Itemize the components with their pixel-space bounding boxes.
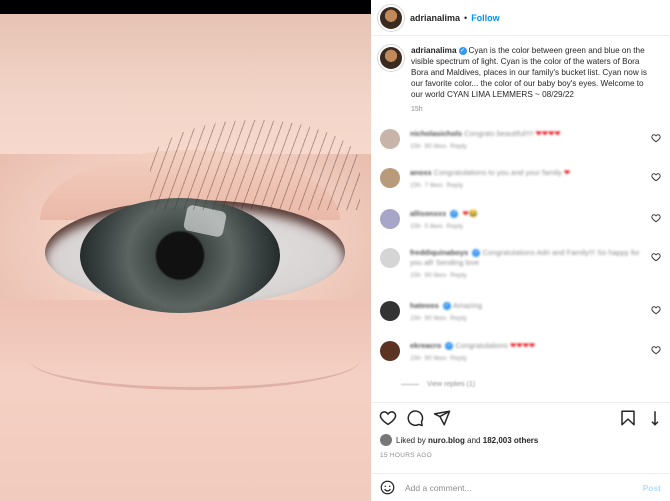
- comment-username[interactable]: hateoos: [410, 301, 439, 310]
- comment-item: allisonxxx ✓ ❤😂 15h 5 likes Reply: [380, 209, 665, 230]
- comment-likes[interactable]: 5 likes: [424, 223, 442, 230]
- comment-likes[interactable]: 90 likes: [424, 272, 446, 279]
- view-replies-button[interactable]: View replies (1): [401, 381, 475, 388]
- comment-likes[interactable]: 90 likes: [424, 315, 446, 322]
- comment-username[interactable]: nicholasichols: [410, 129, 462, 138]
- action-bar: [371, 402, 670, 430]
- caption-username[interactable]: adrianalima: [411, 46, 457, 55]
- liked-by-prefix: Liked by: [396, 435, 426, 445]
- verified-icon: ✓: [442, 302, 451, 311]
- reply-button[interactable]: Reply: [450, 143, 467, 150]
- emoji-smiley-icon[interactable]: [380, 480, 395, 495]
- heart-outline-icon[interactable]: [651, 305, 661, 315]
- comment-item: freddiquinaboys ✓ Congratulations Adri an…: [380, 248, 665, 279]
- verified-icon: ✓: [450, 210, 459, 219]
- comment-time: 15h: [410, 182, 421, 189]
- liked-by-and: and: [467, 435, 481, 445]
- heart-emoji: ❤: [563, 168, 571, 177]
- share-plane-icon[interactable]: [433, 409, 451, 427]
- verified-icon: ✓: [458, 46, 467, 55]
- comment-username[interactable]: freddiquinaboys: [410, 248, 468, 257]
- verified-icon: ✓: [445, 342, 454, 351]
- comment-avatar[interactable]: [380, 341, 400, 361]
- comment-time: 15h: [410, 315, 421, 322]
- comment-item: anoxx Congratulations to you and your fa…: [380, 168, 665, 189]
- comment-likes[interactable]: 7 likes: [424, 182, 442, 189]
- comment-likes[interactable]: 90 likes: [424, 355, 446, 362]
- comment-text: Congratulations: [455, 341, 508, 350]
- caption-avatar[interactable]: [380, 47, 402, 69]
- heart-outline-icon[interactable]: [651, 133, 661, 143]
- follow-button[interactable]: Follow: [471, 13, 500, 23]
- add-comment-input[interactable]: [405, 482, 643, 493]
- like-heart-icon[interactable]: [379, 409, 397, 427]
- author-username[interactable]: adrianalima: [410, 13, 460, 23]
- heart-outline-icon[interactable]: [651, 345, 661, 355]
- post-comment-button[interactable]: Post: [643, 483, 661, 493]
- caption: adrianalima ✓ Cyan is the color between gr…: [380, 45, 665, 113]
- post-panel: adrianalima • Follow adrianalima ✓ Cyan is…: [371, 0, 670, 501]
- comment-avatar[interactable]: [380, 209, 400, 229]
- comment-item: ekreacro ✓ Congratulations ❤❤❤❤ 15h 90 li…: [380, 341, 665, 362]
- verified-icon: ✓: [472, 249, 481, 258]
- photo-skin-fold: [30, 330, 360, 390]
- post-timestamp: 15 HOURS AGO: [380, 452, 433, 459]
- comment-item: nicholasichols Congrats beautiful!!!! ❤❤…: [380, 129, 665, 150]
- caption-time: 15h: [411, 106, 423, 113]
- reply-button[interactable]: Reply: [450, 315, 467, 322]
- heart-outline-icon[interactable]: [651, 172, 661, 182]
- reply-button[interactable]: Reply: [450, 355, 467, 362]
- comment-avatar[interactable]: [380, 168, 400, 188]
- photo-iris: [80, 198, 280, 313]
- comment-item: hateoos ✓ Amazing 15h 90 likes Reply: [380, 301, 665, 322]
- comment-text: Congratulations to you and your family: [433, 168, 562, 177]
- comment-time: 15h: [410, 272, 421, 279]
- comment-time: 15h: [410, 143, 421, 150]
- caption-text: adrianalima ✓ Cyan is the color between gr…: [411, 45, 656, 100]
- add-comment-bar: Post: [371, 473, 670, 501]
- comment-avatar[interactable]: [380, 248, 400, 268]
- photo-lashes: [150, 120, 360, 210]
- heart-outline-icon[interactable]: [651, 213, 661, 223]
- reply-button[interactable]: Reply: [450, 272, 467, 279]
- comment-username[interactable]: allisonxxx: [410, 209, 446, 218]
- reply-button[interactable]: Reply: [447, 182, 464, 189]
- header-separator: •: [464, 12, 468, 23]
- comment-bubble-icon[interactable]: [406, 409, 424, 427]
- view-replies-line: [401, 384, 419, 385]
- heart-emoji: ❤😂: [462, 209, 479, 218]
- comment-avatar[interactable]: [380, 301, 400, 321]
- comments-area[interactable]: adrianalima ✓ Cyan is the color between gr…: [371, 37, 670, 402]
- comment-text: Amazing: [452, 301, 483, 310]
- post-photo[interactable]: [0, 0, 371, 501]
- liked-by: Liked by nuro.blog and 182,003 others: [380, 434, 538, 446]
- heart-emoji: ❤❤❤❤: [535, 129, 561, 138]
- post-header: adrianalima • Follow: [371, 0, 670, 36]
- comment-time: 15h: [410, 355, 421, 362]
- comment-avatar[interactable]: [380, 129, 400, 149]
- reply-button[interactable]: Reply: [447, 223, 464, 230]
- comment-username[interactable]: ekreacro: [410, 341, 441, 350]
- comment-time: 15h: [410, 223, 421, 230]
- comment-text: Congrats beautiful!!!!: [464, 129, 534, 138]
- more-scroll-icon[interactable]: [646, 409, 664, 427]
- liked-by-avatar[interactable]: [380, 434, 392, 446]
- heart-emoji: ❤❤❤❤: [510, 341, 536, 350]
- author-avatar[interactable]: [380, 6, 402, 29]
- view-replies-label: View replies (1): [427, 381, 476, 388]
- liked-by-user[interactable]: nuro.blog: [428, 436, 465, 445]
- bookmark-icon[interactable]: [619, 409, 637, 427]
- liked-by-count[interactable]: 182,003 others: [483, 436, 539, 445]
- comment-username[interactable]: anoxx: [410, 168, 432, 177]
- heart-outline-icon[interactable]: [651, 252, 661, 262]
- comment-likes[interactable]: 90 likes: [424, 143, 446, 150]
- photo-top-border: [0, 0, 371, 14]
